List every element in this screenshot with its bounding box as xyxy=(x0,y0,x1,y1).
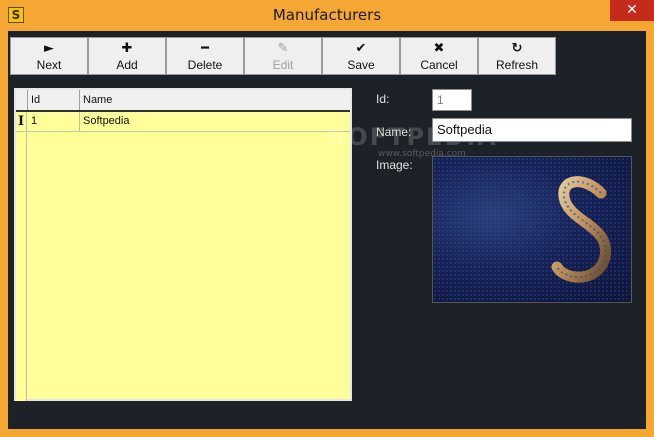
cell-name[interactable]: Softpedia xyxy=(80,112,350,131)
cell-id[interactable]: 1 xyxy=(28,112,80,131)
next-button-label: Next xyxy=(36,58,62,72)
name-field[interactable]: Softpedia xyxy=(432,118,632,142)
client-area: ► Next ✚ Add ━ Delete ✎ Edit ✔ Save ✖ Ca… xyxy=(8,31,646,429)
edit-button-label: Edit xyxy=(272,58,294,72)
window-title: Manufacturers xyxy=(272,6,382,24)
refresh-icon: ↻ xyxy=(511,41,523,56)
id-label: Id: xyxy=(376,92,390,106)
delete-button[interactable]: ━ Delete xyxy=(166,37,244,75)
name-label: Name: xyxy=(376,125,412,139)
id-field[interactable]: 1 xyxy=(432,89,472,111)
add-button[interactable]: ✚ Add xyxy=(88,37,166,75)
add-button-label: Add xyxy=(116,58,138,72)
edit-button[interactable]: ✎ Edit xyxy=(244,37,322,75)
plus-icon: ✚ xyxy=(121,41,133,56)
column-header-id[interactable]: Id xyxy=(28,90,80,110)
row-indicator-column: I xyxy=(16,112,27,401)
x-icon: ✖ xyxy=(433,41,445,56)
close-button[interactable]: ✕ xyxy=(610,0,654,21)
minus-icon: ━ xyxy=(201,41,209,56)
image-label: Image: xyxy=(376,158,413,172)
title-bar[interactable]: S Manufacturers ✕ xyxy=(0,0,654,31)
close-icon: ✕ xyxy=(626,2,638,18)
refresh-button[interactable]: ↻ Refresh xyxy=(478,37,556,75)
save-button-label: Save xyxy=(347,58,375,72)
cancel-button[interactable]: ✖ Cancel xyxy=(400,37,478,75)
delete-button-label: Delete xyxy=(187,58,223,72)
app-window: S Manufacturers ✕ ► Next ✚ Add ━ Delete … xyxy=(0,0,654,437)
save-button[interactable]: ✔ Save xyxy=(322,37,400,75)
column-header-name[interactable]: Name xyxy=(80,90,350,110)
softpedia-logo-image xyxy=(433,157,631,302)
manufacturers-grid[interactable]: Id Name I 1 Softpedia xyxy=(14,88,352,401)
checkmark-icon: ✔ xyxy=(355,41,367,56)
grid-header: Id Name xyxy=(16,90,350,112)
header-indicator-cell xyxy=(16,90,28,110)
refresh-button-label: Refresh xyxy=(495,58,539,72)
manufacturer-image[interactable] xyxy=(432,156,632,303)
next-button[interactable]: ► Next xyxy=(10,37,88,75)
table-row[interactable]: 1 Softpedia xyxy=(16,112,350,132)
pencil-icon: ✎ xyxy=(277,41,289,56)
cancel-button-label: Cancel xyxy=(420,58,458,72)
next-arrow-icon: ► xyxy=(44,41,54,56)
